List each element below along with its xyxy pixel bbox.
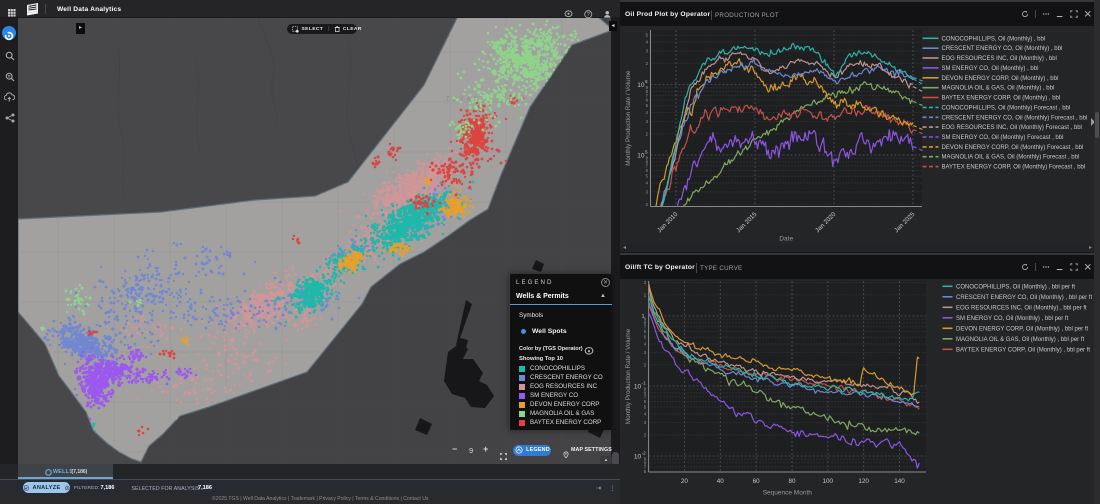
svg-text:?: ?	[587, 12, 590, 18]
